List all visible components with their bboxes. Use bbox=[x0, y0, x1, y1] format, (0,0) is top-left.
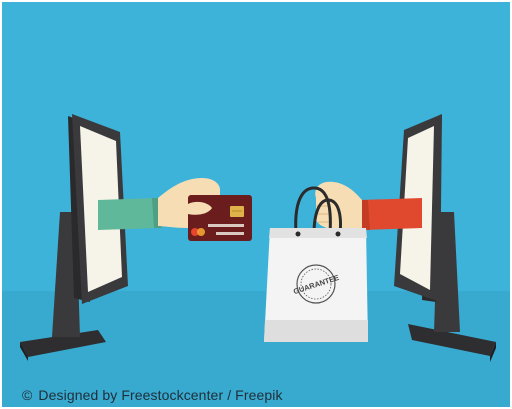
green-sleeve bbox=[98, 198, 160, 230]
right-monitor bbox=[394, 114, 496, 362]
credit-card bbox=[188, 195, 252, 241]
credit-line: © Designed by Freestockcenter / Freepik bbox=[22, 387, 283, 403]
copyright-icon: © bbox=[22, 387, 33, 403]
left-monitor bbox=[20, 114, 128, 361]
credit-text: Designed by Freestockcenter / Freepik bbox=[38, 387, 283, 403]
online-shopping-scene: GUARANTEE bbox=[20, 114, 496, 362]
illustration-frame: GUARANTEE © Designed by Freestockcenter /… bbox=[2, 2, 510, 407]
